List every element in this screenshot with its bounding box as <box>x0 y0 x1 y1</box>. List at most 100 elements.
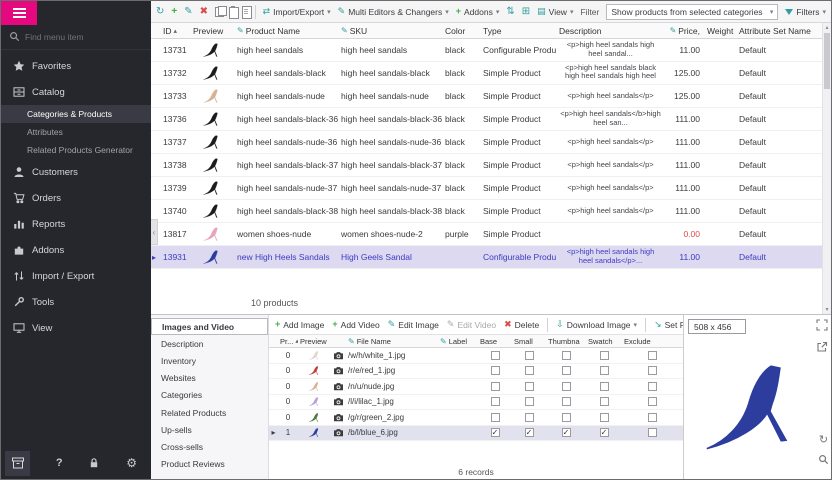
column-header-price[interactable]: ✎Price, <box>662 26 704 36</box>
column-header-product-name[interactable]: ✎Product Name <box>234 26 338 36</box>
checkbox[interactable] <box>525 351 534 360</box>
checkbox[interactable] <box>525 397 534 406</box>
tab-categories[interactable]: Categories <box>151 387 268 404</box>
tab-images-and-video[interactable]: Images and Video <box>151 318 268 335</box>
product-name-cell[interactable]: high heel sandals-black-36 <box>234 114 338 124</box>
product-row[interactable]: 13739 high heel sandals-nude-37 high hee… <box>151 177 822 200</box>
column-header-type[interactable]: Type <box>480 26 556 36</box>
sort-icon[interactable]: ⇅ <box>506 7 514 17</box>
column-header-file-name[interactable]: ✎File Name <box>346 337 438 346</box>
sidebar-item-favorites[interactable]: Favorites <box>1 53 151 79</box>
column-header-id[interactable]: ID▴ <box>160 26 190 36</box>
add-image-button[interactable]: +Add Image <box>275 320 324 330</box>
product-sku-cell[interactable]: high heel sandals-nude-36 <box>338 137 442 147</box>
set-resize-rule-button[interactable]: ↘Set Resize Rule▾ <box>654 320 683 330</box>
sidebar-item-categories-products[interactable]: Categories & Products <box>1 105 151 123</box>
multi-editors-menu[interactable]: ✎ Multi Editors & Changers ▾ <box>338 7 449 17</box>
image-row[interactable]: 0 /l/i/lilac_1.jpg <box>269 395 683 411</box>
checkbox[interactable] <box>600 397 609 406</box>
sidebar-search[interactable] <box>1 25 151 50</box>
product-name-cell[interactable]: high heel sandals-nude <box>234 91 338 101</box>
zoom-icon[interactable] <box>818 454 829 465</box>
sidebar-item-reports[interactable]: Reports <box>1 211 151 237</box>
product-row[interactable]: 13738 high heel sandals-black-37 high he… <box>151 154 822 177</box>
tab-up-sells[interactable]: Up-sells <box>151 421 268 438</box>
scroll-up-icon[interactable]: ▴ <box>823 24 831 31</box>
checkbox[interactable] <box>600 413 609 422</box>
product-price-cell[interactable]: 111.00 <box>662 137 704 147</box>
edit-video-button[interactable]: ✎Edit Video <box>447 320 496 330</box>
product-sku-cell[interactable]: women shoes-nude-2 <box>338 229 442 239</box>
checkbox[interactable] <box>562 382 571 391</box>
product-price-cell[interactable]: 111.00 <box>662 160 704 170</box>
checkbox[interactable] <box>525 382 534 391</box>
sidebar-item-orders[interactable]: Orders <box>1 185 151 211</box>
product-row[interactable]: 13733 high heel sandals-nude high heel s… <box>151 85 822 108</box>
column-header-label[interactable]: ✎Label <box>438 337 478 346</box>
sidebar-item-import-export[interactable]: Import / Export <box>1 263 151 289</box>
product-sku-cell[interactable]: high heel sandals <box>338 45 442 55</box>
product-price-cell[interactable]: 111.00 <box>662 206 704 216</box>
image-row[interactable]: ▸ 1 /b/l/blue_6.jpg ✓✓✓✓ <box>269 426 683 442</box>
column-header-swatch[interactable]: Swatch <box>586 337 622 346</box>
column-header-pr[interactable]: Pr...▴ <box>278 337 298 346</box>
checkbox[interactable] <box>648 351 657 360</box>
grid-options-icon[interactable]: ⊞ <box>522 7 530 17</box>
product-row[interactable]: 13736 high heel sandals-black-36 high he… <box>151 108 822 131</box>
image-filename-cell[interactable]: /l/i/lilac_1.jpg <box>346 397 438 406</box>
checkbox[interactable]: ✓ <box>600 428 609 437</box>
paste-icon[interactable] <box>228 6 234 17</box>
checkbox[interactable] <box>491 366 500 375</box>
checkbox[interactable] <box>491 351 500 360</box>
product-name-cell[interactable]: high heel sandals <box>234 45 338 55</box>
checkbox[interactable] <box>648 413 657 422</box>
checkbox[interactable] <box>562 351 571 360</box>
checkbox[interactable]: ✓ <box>562 428 571 437</box>
product-row[interactable]: 13731 high heel sandals high heel sandal… <box>151 39 822 62</box>
checkbox[interactable]: ✓ <box>491 428 500 437</box>
lock-icon[interactable] <box>88 457 100 469</box>
checkbox[interactable] <box>600 366 609 375</box>
image-row[interactable]: 0 /n/u/nude.jpg <box>269 379 683 395</box>
image-filename-cell[interactable]: /n/u/nude.jpg <box>346 382 438 391</box>
column-header-base[interactable]: Base <box>478 337 512 346</box>
column-header-thumbna[interactable]: Thumbna <box>546 337 586 346</box>
product-price-cell[interactable]: 11.00 <box>662 252 704 262</box>
sidebar-item-attributes[interactable]: Attributes <box>1 123 151 141</box>
checkbox[interactable] <box>648 366 657 375</box>
checkbox[interactable] <box>491 413 500 422</box>
product-price-cell[interactable]: 111.00 <box>662 114 704 124</box>
help-icon[interactable]: ? <box>56 457 63 469</box>
tab-description[interactable]: Description <box>151 335 268 352</box>
product-name-cell[interactable]: women shoes-nude <box>234 229 338 239</box>
image-row[interactable]: 0 /w/h/white_1.jpg <box>269 348 683 364</box>
image-row[interactable]: 0 /g/r/green_2.jpg <box>269 410 683 426</box>
column-header-small[interactable]: Small <box>512 337 546 346</box>
external-link-icon[interactable] <box>816 341 828 353</box>
product-sku-cell[interactable]: high heel sandals-black-38 <box>338 206 442 216</box>
sidebar-item-view[interactable]: View <box>1 315 151 341</box>
import-export-menu[interactable]: ⇄ Import/Export ▾ <box>263 7 331 17</box>
gear-icon[interactable]: ⚙ <box>126 457 137 469</box>
image-row[interactable]: 0 /r/e/red_1.jpg <box>269 364 683 380</box>
copy-icon[interactable] <box>215 6 221 17</box>
column-header-weight[interactable]: Weight <box>704 26 736 36</box>
product-price-cell[interactable]: 0.00 <box>662 229 704 239</box>
scrollbar-thumb[interactable] <box>824 33 830 89</box>
product-row[interactable]: 13817 women shoes-nude women shoes-nude-… <box>151 223 822 246</box>
product-row[interactable]: 13737 high heel sandals-nude-36 high hee… <box>151 131 822 154</box>
checkbox[interactable] <box>525 413 534 422</box>
add-video-button[interactable]: +Add Video <box>332 320 379 330</box>
edit-image-button[interactable]: ✎Edit Image <box>388 320 439 330</box>
product-name-cell[interactable]: high heel sandals-black <box>234 68 338 78</box>
image-filename-cell[interactable]: /w/h/white_1.jpg <box>346 351 438 360</box>
sidebar-item-addons[interactable]: Addons <box>1 237 151 263</box>
rotate-icon[interactable]: ↻ <box>819 435 828 446</box>
column-header-color[interactable]: Color <box>442 26 480 36</box>
checkbox[interactable] <box>648 397 657 406</box>
sidebar-item-tools[interactable]: Tools <box>1 289 151 315</box>
column-header-attribute-set-name[interactable]: Attribute Set Name <box>736 26 822 36</box>
product-row[interactable]: 13732 high heel sandals-black high heel … <box>151 62 822 85</box>
checkbox[interactable] <box>562 366 571 375</box>
checkbox[interactable] <box>562 413 571 422</box>
